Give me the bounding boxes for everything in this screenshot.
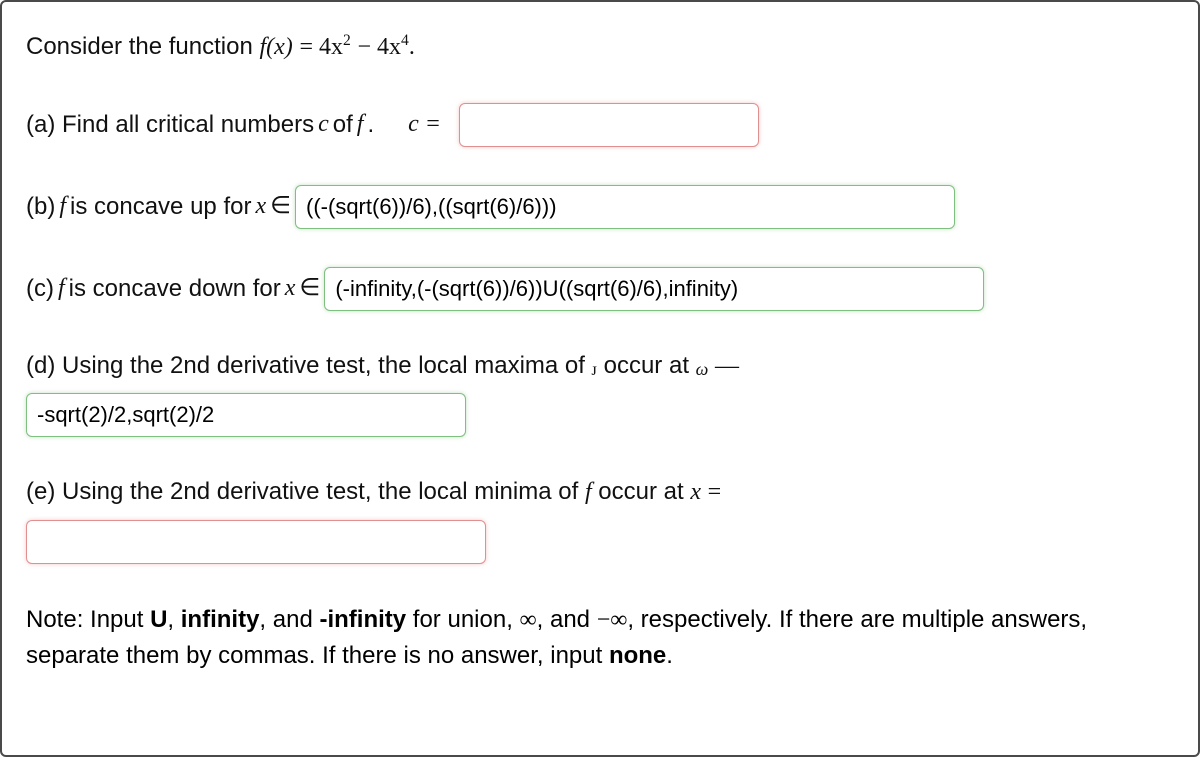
- note-none: none: [609, 642, 666, 669]
- part-e-line2: [26, 520, 1174, 564]
- d-j: ᴊ: [592, 359, 597, 379]
- c-in: ∈: [299, 272, 320, 306]
- note-c1: ,: [167, 606, 180, 633]
- part-e-line1: (e) Using the 2nd derivative test, the l…: [26, 475, 1174, 510]
- term1-sup: 2: [343, 32, 351, 49]
- note-ninfsym: −∞: [597, 607, 628, 633]
- problem-container: Consider the function f(x) = 4x2 − 4x4. …: [0, 0, 1200, 757]
- b-in: ∈: [270, 190, 291, 224]
- e-x: x: [690, 479, 701, 505]
- b-pre: (b): [26, 190, 55, 224]
- d-dash: —: [715, 353, 739, 379]
- b-f: f: [59, 190, 66, 224]
- part-a: (a) Find all critical numbers c of f. c …: [26, 103, 1174, 147]
- part-d-line2: [26, 393, 1174, 437]
- e-eq: =: [708, 479, 722, 505]
- b-input[interactable]: [295, 185, 955, 229]
- note-ninf: -infinity: [319, 606, 406, 633]
- term1-coef: 4x: [319, 34, 343, 60]
- part-b: (b) f is concave up for x ∈: [26, 185, 1174, 229]
- b-mid: is concave up for: [70, 190, 251, 224]
- note-text: Note: Input U, infinity, and -infinity f…: [26, 602, 1174, 674]
- note-infsym: ∞: [520, 607, 537, 633]
- note-c2: , and: [259, 606, 319, 633]
- intro-period: .: [409, 34, 415, 60]
- d-input[interactable]: [26, 393, 466, 437]
- d-pre: (d) Using the 2nd derivative test, the l…: [26, 352, 592, 379]
- c-pre: (c): [26, 272, 54, 306]
- c-input[interactable]: [324, 267, 984, 311]
- eq: =: [299, 34, 319, 60]
- e-mid: occur at: [598, 478, 690, 505]
- term2-sup: 4: [401, 32, 409, 49]
- a-of: of: [333, 108, 353, 142]
- a-c-eq: c =: [408, 108, 441, 142]
- a-dot: .: [367, 108, 374, 142]
- note-inf: infinity: [181, 606, 260, 633]
- intro-prefix: Consider the function: [26, 33, 259, 60]
- note-mid1: for union,: [406, 606, 519, 633]
- d-w: ω: [696, 359, 709, 379]
- e-input[interactable]: [26, 520, 486, 564]
- term2-coef: 4x: [377, 34, 401, 60]
- part-d-line1: (d) Using the 2nd derivative test, the l…: [26, 349, 1174, 384]
- fx: f(x): [259, 34, 292, 60]
- note-dot: .: [666, 642, 673, 669]
- minus: −: [357, 34, 377, 60]
- e-f: f: [585, 479, 592, 505]
- e-pre: (e) Using the 2nd derivative test, the l…: [26, 478, 585, 505]
- a-input[interactable]: [459, 103, 759, 147]
- d-mid: occur at: [604, 352, 696, 379]
- a-c: c: [318, 108, 329, 142]
- part-c: (c) f is concave down for x ∈: [26, 267, 1174, 311]
- c-mid: is concave down for: [69, 272, 281, 306]
- c-f: f: [58, 272, 65, 306]
- a-label: (a) Find all critical numbers: [26, 108, 314, 142]
- b-x: x: [255, 190, 266, 224]
- note-c3: , and: [537, 606, 597, 633]
- intro-text: Consider the function f(x) = 4x2 − 4x4.: [26, 30, 1174, 65]
- note-pre: Note: Input: [26, 606, 150, 633]
- note-u: U: [150, 606, 167, 633]
- c-x: x: [285, 272, 296, 306]
- a-f: f: [357, 108, 364, 142]
